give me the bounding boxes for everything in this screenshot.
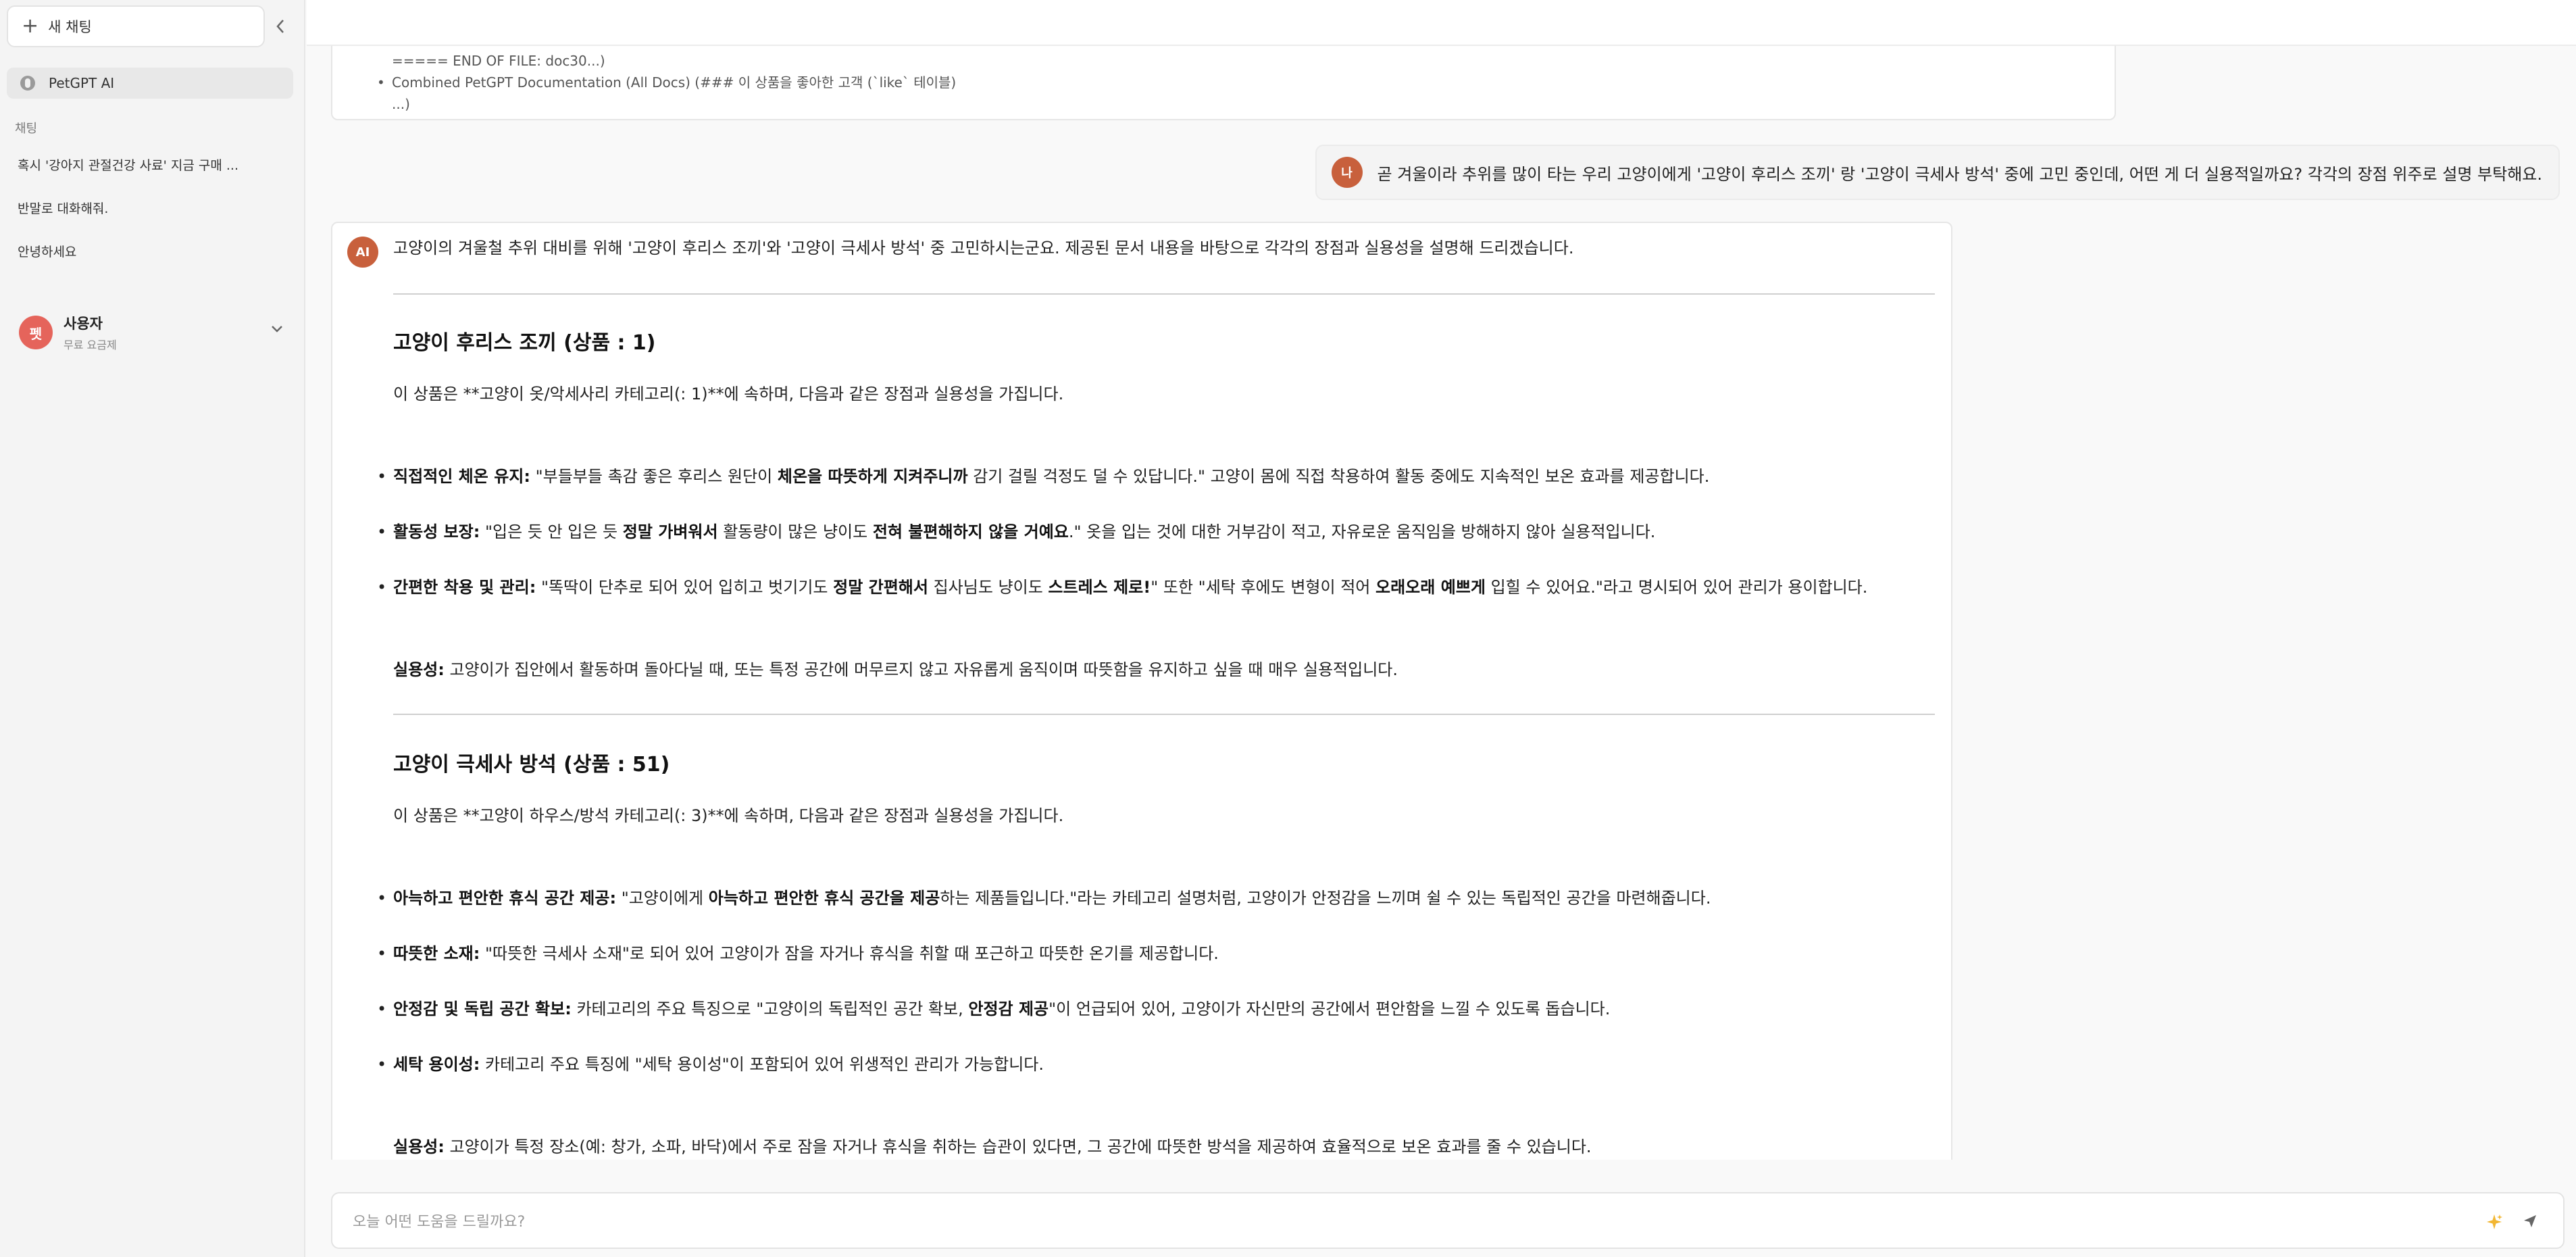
chevron-down-icon [272, 326, 282, 332]
ai-message: AI 고양이의 겨울철 추위 대비를 위해 '고양이 후리스 조끼'와 '고양이… [331, 222, 1952, 1160]
model-item-petgpt[interactable]: PetGPT AI [7, 68, 293, 99]
previous-line: Combined PetGPT Documentation (All Docs)… [392, 72, 2055, 93]
divider [393, 714, 1935, 715]
list-item: 활동성 보장: "입은 듯 안 입은 듯 정말 가벼워서 활동량이 많은 냥이도… [377, 520, 1655, 543]
list-item: 따뜻한 소재: "따뜻한 극세사 소재"로 되어 있어 고양이가 잠을 자거나 … [377, 942, 1219, 965]
list-item: 세탁 용이성: 카테고리 주요 특징에 "세탁 용이성"이 포함되어 있어 위생… [377, 1053, 1044, 1076]
list-item: 안정감 및 독립 공간 확보: 카테고리의 주요 특징으로 "고양이의 독립적인… [377, 997, 1610, 1020]
user-profile-menu[interactable]: 펫 사용자 무료 요금제 [9, 308, 293, 357]
chat-history-item[interactable]: 반말로 대화해줘. [9, 192, 293, 223]
previous-ai-message: ===== END OF FILE: doc30...) Combined Pe… [331, 46, 2116, 120]
avatar: 펫 [19, 316, 53, 349]
model-icon [20, 76, 35, 91]
composer [331, 1192, 2565, 1249]
model-label: PetGPT AI [49, 75, 115, 91]
chat-section-label: 채팅 [15, 122, 38, 136]
new-chat-label: 새 채팅 [48, 19, 92, 35]
message-input[interactable] [353, 1207, 2447, 1237]
user-message: 나 곧 겨울이라 추위를 많이 타는 우리 고양이에게 '고양이 후리스 조끼'… [1315, 145, 2560, 200]
sparkle-button[interactable] [2483, 1211, 2505, 1233]
chat-history-item[interactable]: 안녕하세요 [9, 235, 293, 266]
list-item: 아늑하고 편안한 휴식 공간 제공: "고양이에게 아늑하고 편안한 휴식 공간… [377, 887, 1711, 910]
section-desc: 이 상품은 **고양이 옷/악세사리 카테고리(: 1)**에 속하며, 다음과… [393, 385, 1064, 403]
collapse-sidebar-button[interactable] [269, 12, 292, 41]
section-title: 고양이 후리스 조끼 (상품 : 1) [393, 331, 656, 355]
plus-icon: + [22, 14, 39, 38]
sparkle-icon [2487, 1214, 2502, 1229]
avatar: 나 [1331, 157, 1363, 188]
section-desc: 이 상품은 **고양이 하우스/방석 카테고리(: 3)**에 속하며, 다음과… [393, 806, 1064, 825]
divider [393, 293, 1935, 295]
practical-note: 실용성: 고양이가 집안에서 활동하며 돌아다닐 때, 또는 특정 공간에 머무… [393, 660, 1398, 679]
ai-intro: 고양이의 겨울철 추위 대비를 위해 '고양이 후리스 조끼'와 '고양이 극세… [393, 239, 1574, 257]
composer-area [307, 1160, 2576, 1257]
top-bar [307, 0, 2576, 46]
send-icon [2524, 1215, 2536, 1227]
practical-note: 실용성: 고양이가 특정 장소(예: 창가, 소파, 바닥)에서 주로 잠을 자… [393, 1137, 1592, 1156]
list-item: 직접적인 체온 유지: "부들부들 촉감 좋은 후리스 원단이 체온을 따뜻하게… [377, 465, 1709, 488]
send-button[interactable] [2519, 1210, 2542, 1233]
chevron-left-icon [276, 20, 284, 33]
sidebar: + 새 채팅 PetGPT AI 채팅 혹시 '강아지 관절건강 사료' 지금 … [0, 0, 305, 1257]
previous-line: ...) [392, 96, 410, 112]
avatar: AI [347, 237, 378, 268]
list-item: 간편한 착용 및 관리: "똑딱이 단추로 되어 있어 입히고 벗기기도 정말 … [377, 576, 1867, 599]
previous-line: ===== END OF FILE: doc30...) [392, 53, 605, 69]
user-message-text: 곧 겨울이라 추위를 많이 타는 우리 고양이에게 '고양이 후리스 조끼' 랑… [1377, 164, 2542, 184]
chat-history-item[interactable]: 혹시 '강아지 관절건강 사료' 지금 구매 ... [9, 149, 293, 180]
chat-scroll-area[interactable]: ===== END OF FILE: doc30...) Combined Pe… [307, 46, 2576, 1160]
user-name: 사용자 [64, 316, 103, 332]
main-area: ===== END OF FILE: doc30...) Combined Pe… [307, 0, 2576, 1257]
section-title: 고양이 극세사 방석 (상품 : 51) [393, 753, 670, 777]
user-plan: 무료 요금제 [64, 339, 117, 351]
new-chat-button[interactable]: + 새 채팅 [7, 5, 265, 47]
